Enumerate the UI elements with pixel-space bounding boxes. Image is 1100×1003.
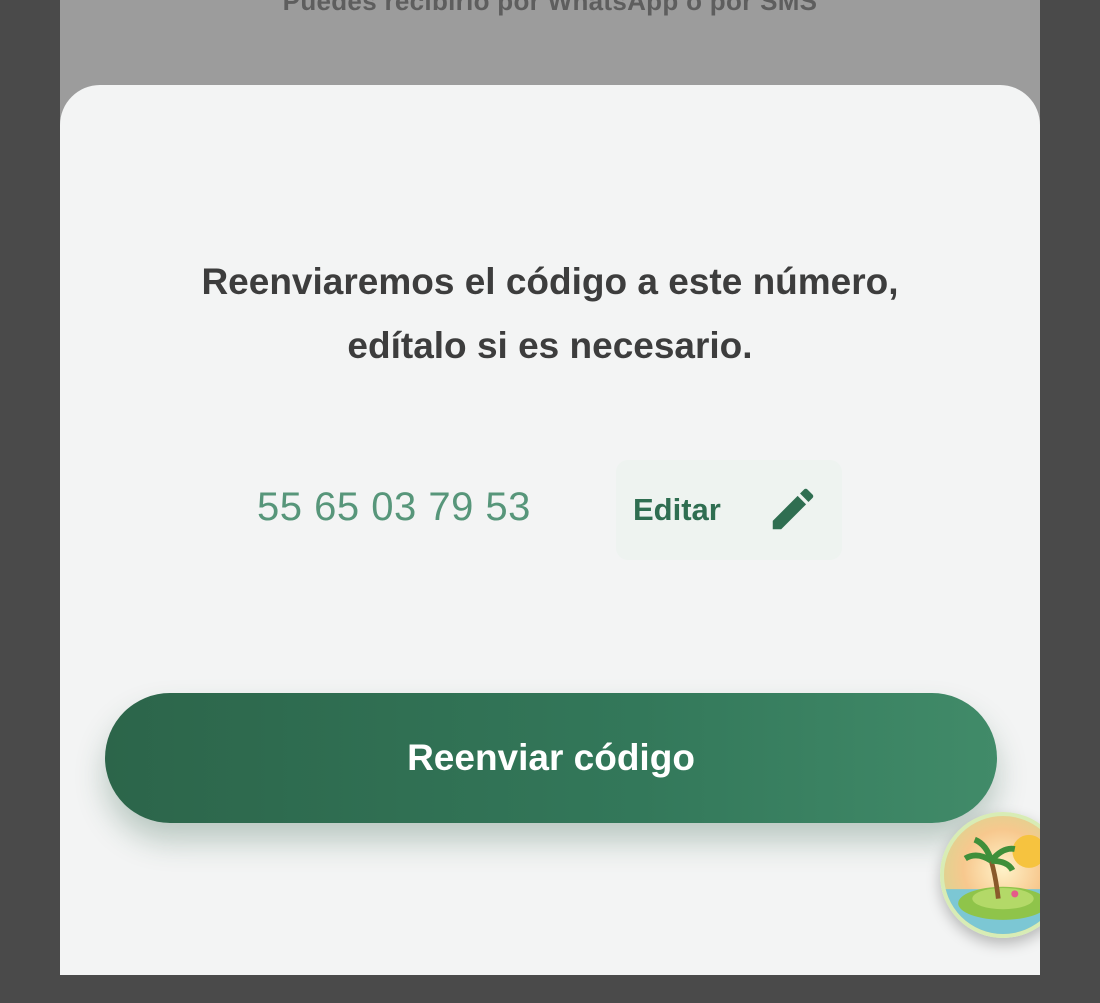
resend-code-label: Reenviar código	[407, 737, 695, 778]
message-line-2: edítalo si es necesario.	[347, 325, 753, 366]
backdrop-hint-text: Puedes recibirlo por WhatsApp o por SMS	[282, 0, 818, 16]
sheet-message: Reenviaremos el código a este número, ed…	[100, 250, 1000, 378]
pencil-icon	[772, 488, 814, 530]
resend-code-button[interactable]: Reenviar código	[105, 693, 997, 823]
phone-number: 55 65 03 79 53	[257, 485, 531, 529]
phone-screen: Puedes recibirlo por WhatsApp o por SMS …	[60, 0, 1040, 975]
edit-number-button[interactable]: Editar	[616, 460, 842, 560]
edit-label: Editar	[633, 492, 721, 527]
beach-island-icon	[944, 834, 1040, 934]
bottom-sheet: Reenviaremos el código a este número, ed…	[60, 85, 1040, 975]
message-line-1: Reenviaremos el código a este número,	[201, 261, 899, 302]
